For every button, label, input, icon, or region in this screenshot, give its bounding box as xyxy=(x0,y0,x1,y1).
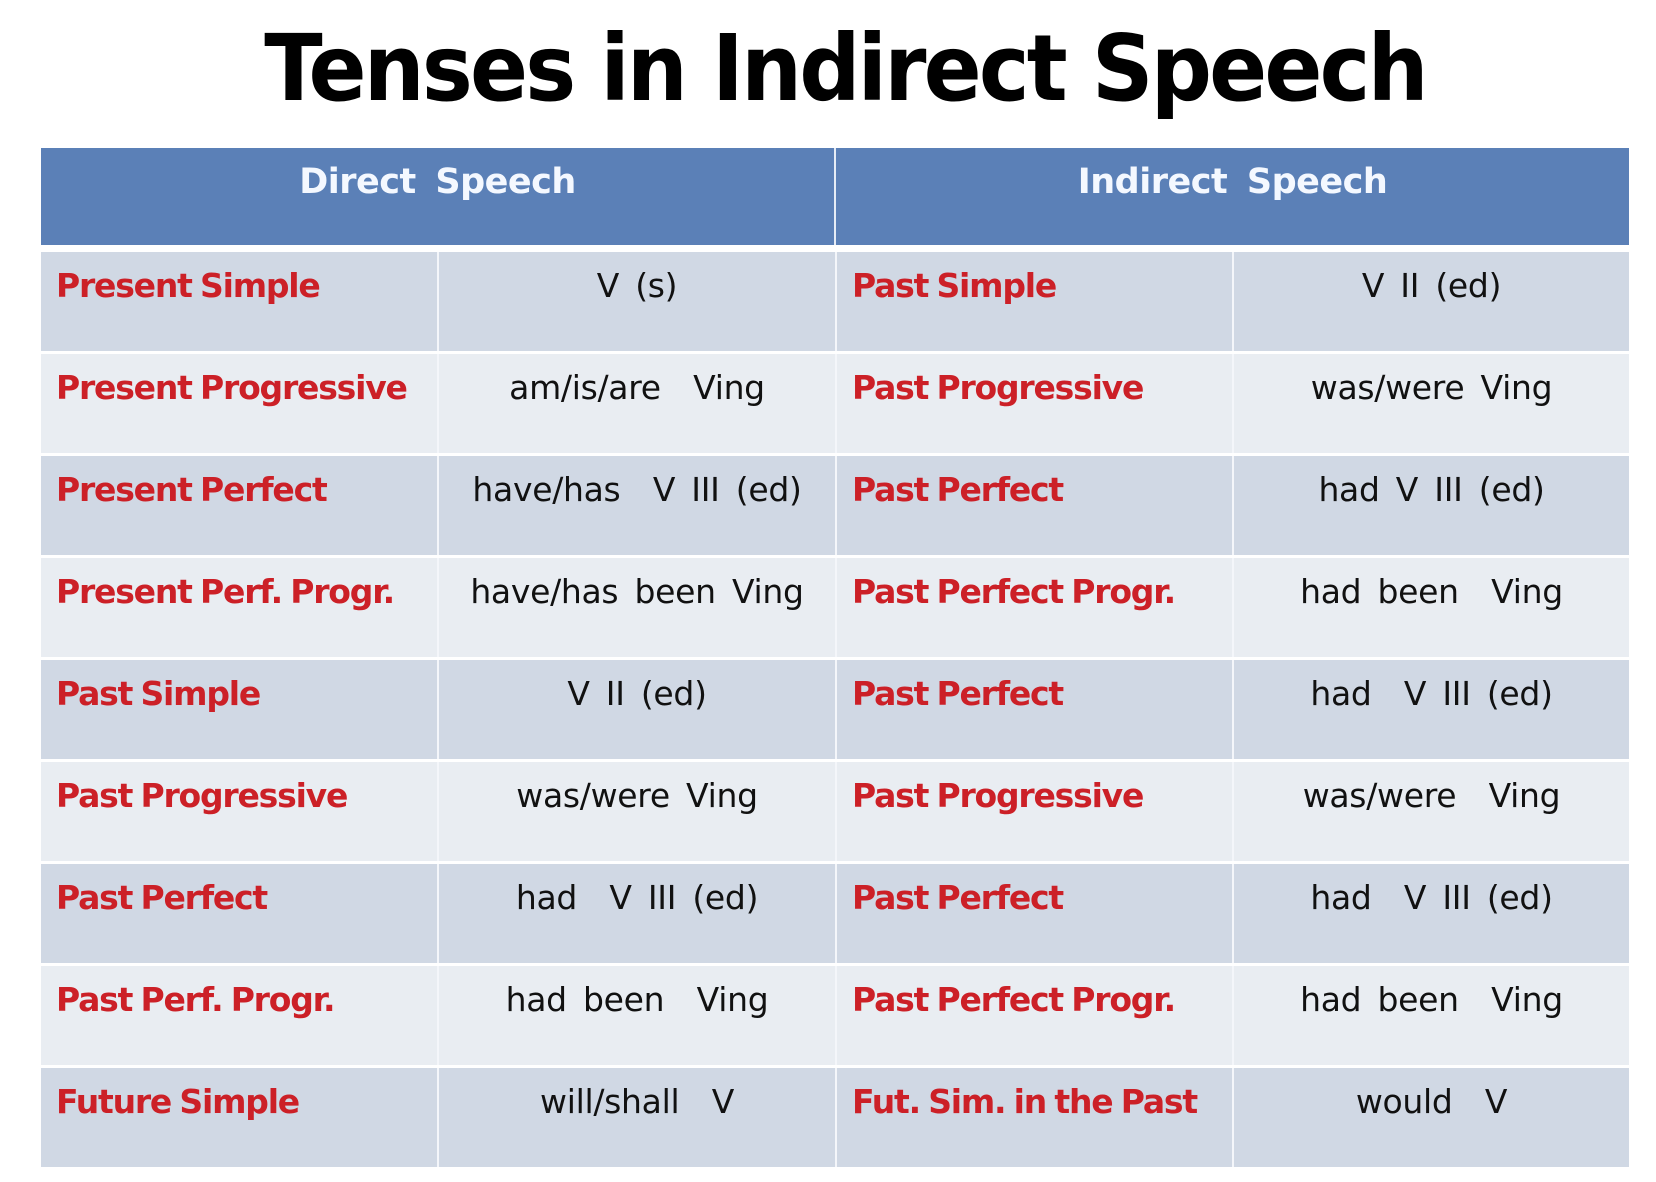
direct-form: am/is/are Ving xyxy=(437,354,835,453)
direct-tense: Past Perfect xyxy=(56,878,268,917)
header-direct-speech: Direct Speech xyxy=(299,162,576,202)
header-indirect-speech: Indirect Speech xyxy=(834,148,1629,245)
direct-form: V (s) xyxy=(437,252,835,351)
direct-form: will/shall V xyxy=(437,1068,835,1167)
direct-tense: Past Perf. Progr. xyxy=(56,980,336,1019)
direct-form: was/were Ving xyxy=(437,762,835,861)
table-row: Present Simple V (s) Past Simple V II (e… xyxy=(41,252,1629,351)
indirect-form: had V III (ed) xyxy=(1232,660,1629,759)
indirect-tense: Past Simple xyxy=(835,252,1232,351)
indirect-tense: Past Progressive xyxy=(835,354,1232,453)
direct-tense: Present Simple xyxy=(56,266,321,305)
indirect-form: V II (ed) xyxy=(1232,252,1629,351)
table-row: Present Perf. Progr. have/has been Ving … xyxy=(41,558,1629,657)
indirect-form: had V III (ed) xyxy=(1232,456,1629,555)
table-body: Present Simple V (s) Past Simple V II (e… xyxy=(41,252,1629,1167)
direct-tense: Past Progressive xyxy=(56,776,348,815)
table-row: Future Simple will/shall V Fut. Sim. in … xyxy=(41,1068,1629,1167)
indirect-form: had been Ving xyxy=(1232,558,1629,657)
direct-form: have/has been Ving xyxy=(437,558,835,657)
direct-form: had been Ving xyxy=(437,966,835,1065)
indirect-tense: Past Perfect Progr. xyxy=(835,966,1232,1065)
indirect-tense: Past Progressive xyxy=(835,762,1232,861)
direct-tense: Past Simple xyxy=(56,674,261,713)
direct-form: had V III (ed) xyxy=(437,864,835,963)
direct-form: V II (ed) xyxy=(437,660,835,759)
indirect-tense: Past Perfect xyxy=(835,660,1232,759)
table-header: Direct Speech Indirect Speech xyxy=(41,148,1629,245)
indirect-form: was/were Ving xyxy=(1232,354,1629,453)
table-row: Past Simple V II (ed) Past Perfect had V… xyxy=(41,660,1629,759)
indirect-form: had V III (ed) xyxy=(1232,864,1629,963)
indirect-form: had been Ving xyxy=(1232,966,1629,1065)
direct-tense: Present Perf. Progr. xyxy=(56,572,395,611)
page-title: Tenses in Indirect Speech xyxy=(264,15,1428,122)
indirect-tense: Past Perfect Progr. xyxy=(835,558,1232,657)
direct-form: have/has V III (ed) xyxy=(437,456,835,555)
indirect-form: would V xyxy=(1232,1068,1629,1167)
indirect-tense: Past Perfect xyxy=(835,864,1232,963)
indirect-tense: Fut. Sim. in the Past xyxy=(835,1068,1232,1167)
table-row: Past Perf. Progr. had been Ving Past Per… xyxy=(41,966,1629,1065)
direct-tense: Future Simple xyxy=(56,1082,300,1121)
direct-tense: Present Perfect xyxy=(56,470,328,509)
table-row: Past Progressive was/were Ving Past Prog… xyxy=(41,762,1629,861)
table-row: Present Perfect have/has V III (ed) Past… xyxy=(41,456,1629,555)
indirect-tense: Past Perfect xyxy=(835,456,1232,555)
tenses-table: Direct Speech Indirect Speech Present Si… xyxy=(41,148,1629,1170)
table-row: Past Perfect had V III (ed) Past Perfect… xyxy=(41,864,1629,963)
indirect-form: was/were Ving xyxy=(1232,762,1629,861)
table-row: Present Progressive am/is/are Ving Past … xyxy=(41,354,1629,453)
direct-tense: Present Progressive xyxy=(56,368,408,407)
